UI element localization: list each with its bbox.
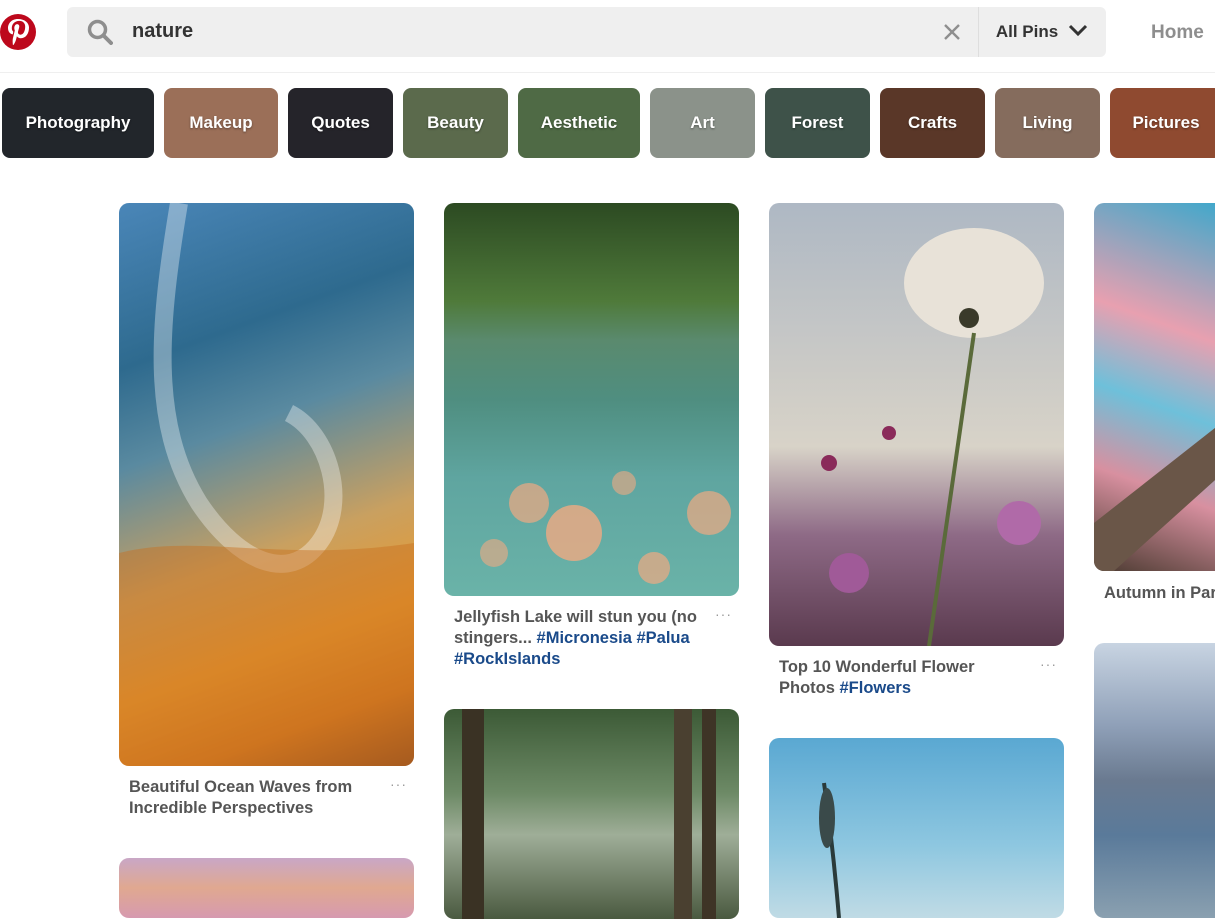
pin-jellyfish-lake-title[interactable]: Jellyfish Lake will stun you (no stinger… — [454, 607, 709, 670]
pin-ocean-wave-more-icon[interactable]: ··· — [390, 776, 407, 792]
pinterest-logo-icon[interactable] — [0, 14, 36, 50]
top-bar: nature All Pins Home — [0, 0, 1215, 73]
pin-autumn-image[interactable] — [1094, 203, 1215, 571]
nav-home-link[interactable]: Home — [1151, 22, 1204, 44]
pin-flower-image[interactable] — [769, 203, 1064, 646]
chip-beauty[interactable]: Beauty — [403, 88, 508, 158]
pin-sky-image[interactable] — [119, 858, 414, 918]
chip-forest[interactable]: Forest — [765, 88, 870, 158]
pin-flower-more-icon[interactable]: ··· — [1040, 656, 1057, 672]
chip-photography[interactable]: Photography — [2, 88, 154, 158]
chip-living[interactable]: Living — [995, 88, 1100, 158]
pin-autumn-title[interactable]: Autumn in Par — [1104, 583, 1215, 604]
pin-jellyfish-lake-more-icon[interactable]: ··· — [715, 606, 732, 622]
pin-grass-sky-image[interactable] — [769, 738, 1064, 918]
pin-jellyfish-lake-image[interactable] — [444, 203, 739, 596]
clear-search-icon[interactable] — [942, 22, 962, 47]
search-scope-dropdown[interactable]: All Pins — [978, 7, 1106, 57]
search-scope-label: All Pins — [995, 22, 1059, 41]
pin-ocean-wave-image[interactable] — [119, 203, 414, 766]
pin-flower-tag[interactable]: #Flowers — [840, 679, 912, 697]
chevron-down-icon — [1068, 22, 1088, 42]
chip-crafts[interactable]: Crafts — [880, 88, 985, 158]
search-icon — [87, 19, 113, 50]
chip-quotes[interactable]: Quotes — [288, 88, 393, 158]
pin-ocean-wave-title[interactable]: Beautiful Ocean Waves from Incredible Pe… — [129, 777, 384, 819]
search-input[interactable]: nature — [132, 20, 193, 43]
chip-makeup[interactable]: Makeup — [164, 88, 278, 158]
chip-pictures[interactable]: Pictures — [1110, 88, 1215, 158]
chip-art[interactable]: Art — [650, 88, 755, 158]
chip-aesthetic[interactable]: Aesthetic — [518, 88, 640, 158]
search-bar: nature All Pins — [67, 7, 1106, 57]
pin-flower-title[interactable]: Top 10 Wonderful Flower Photos #Flowers — [779, 657, 1034, 699]
pin-forest-image[interactable] — [444, 709, 739, 919]
pin-lake-mountain-image[interactable] — [1094, 643, 1215, 918]
